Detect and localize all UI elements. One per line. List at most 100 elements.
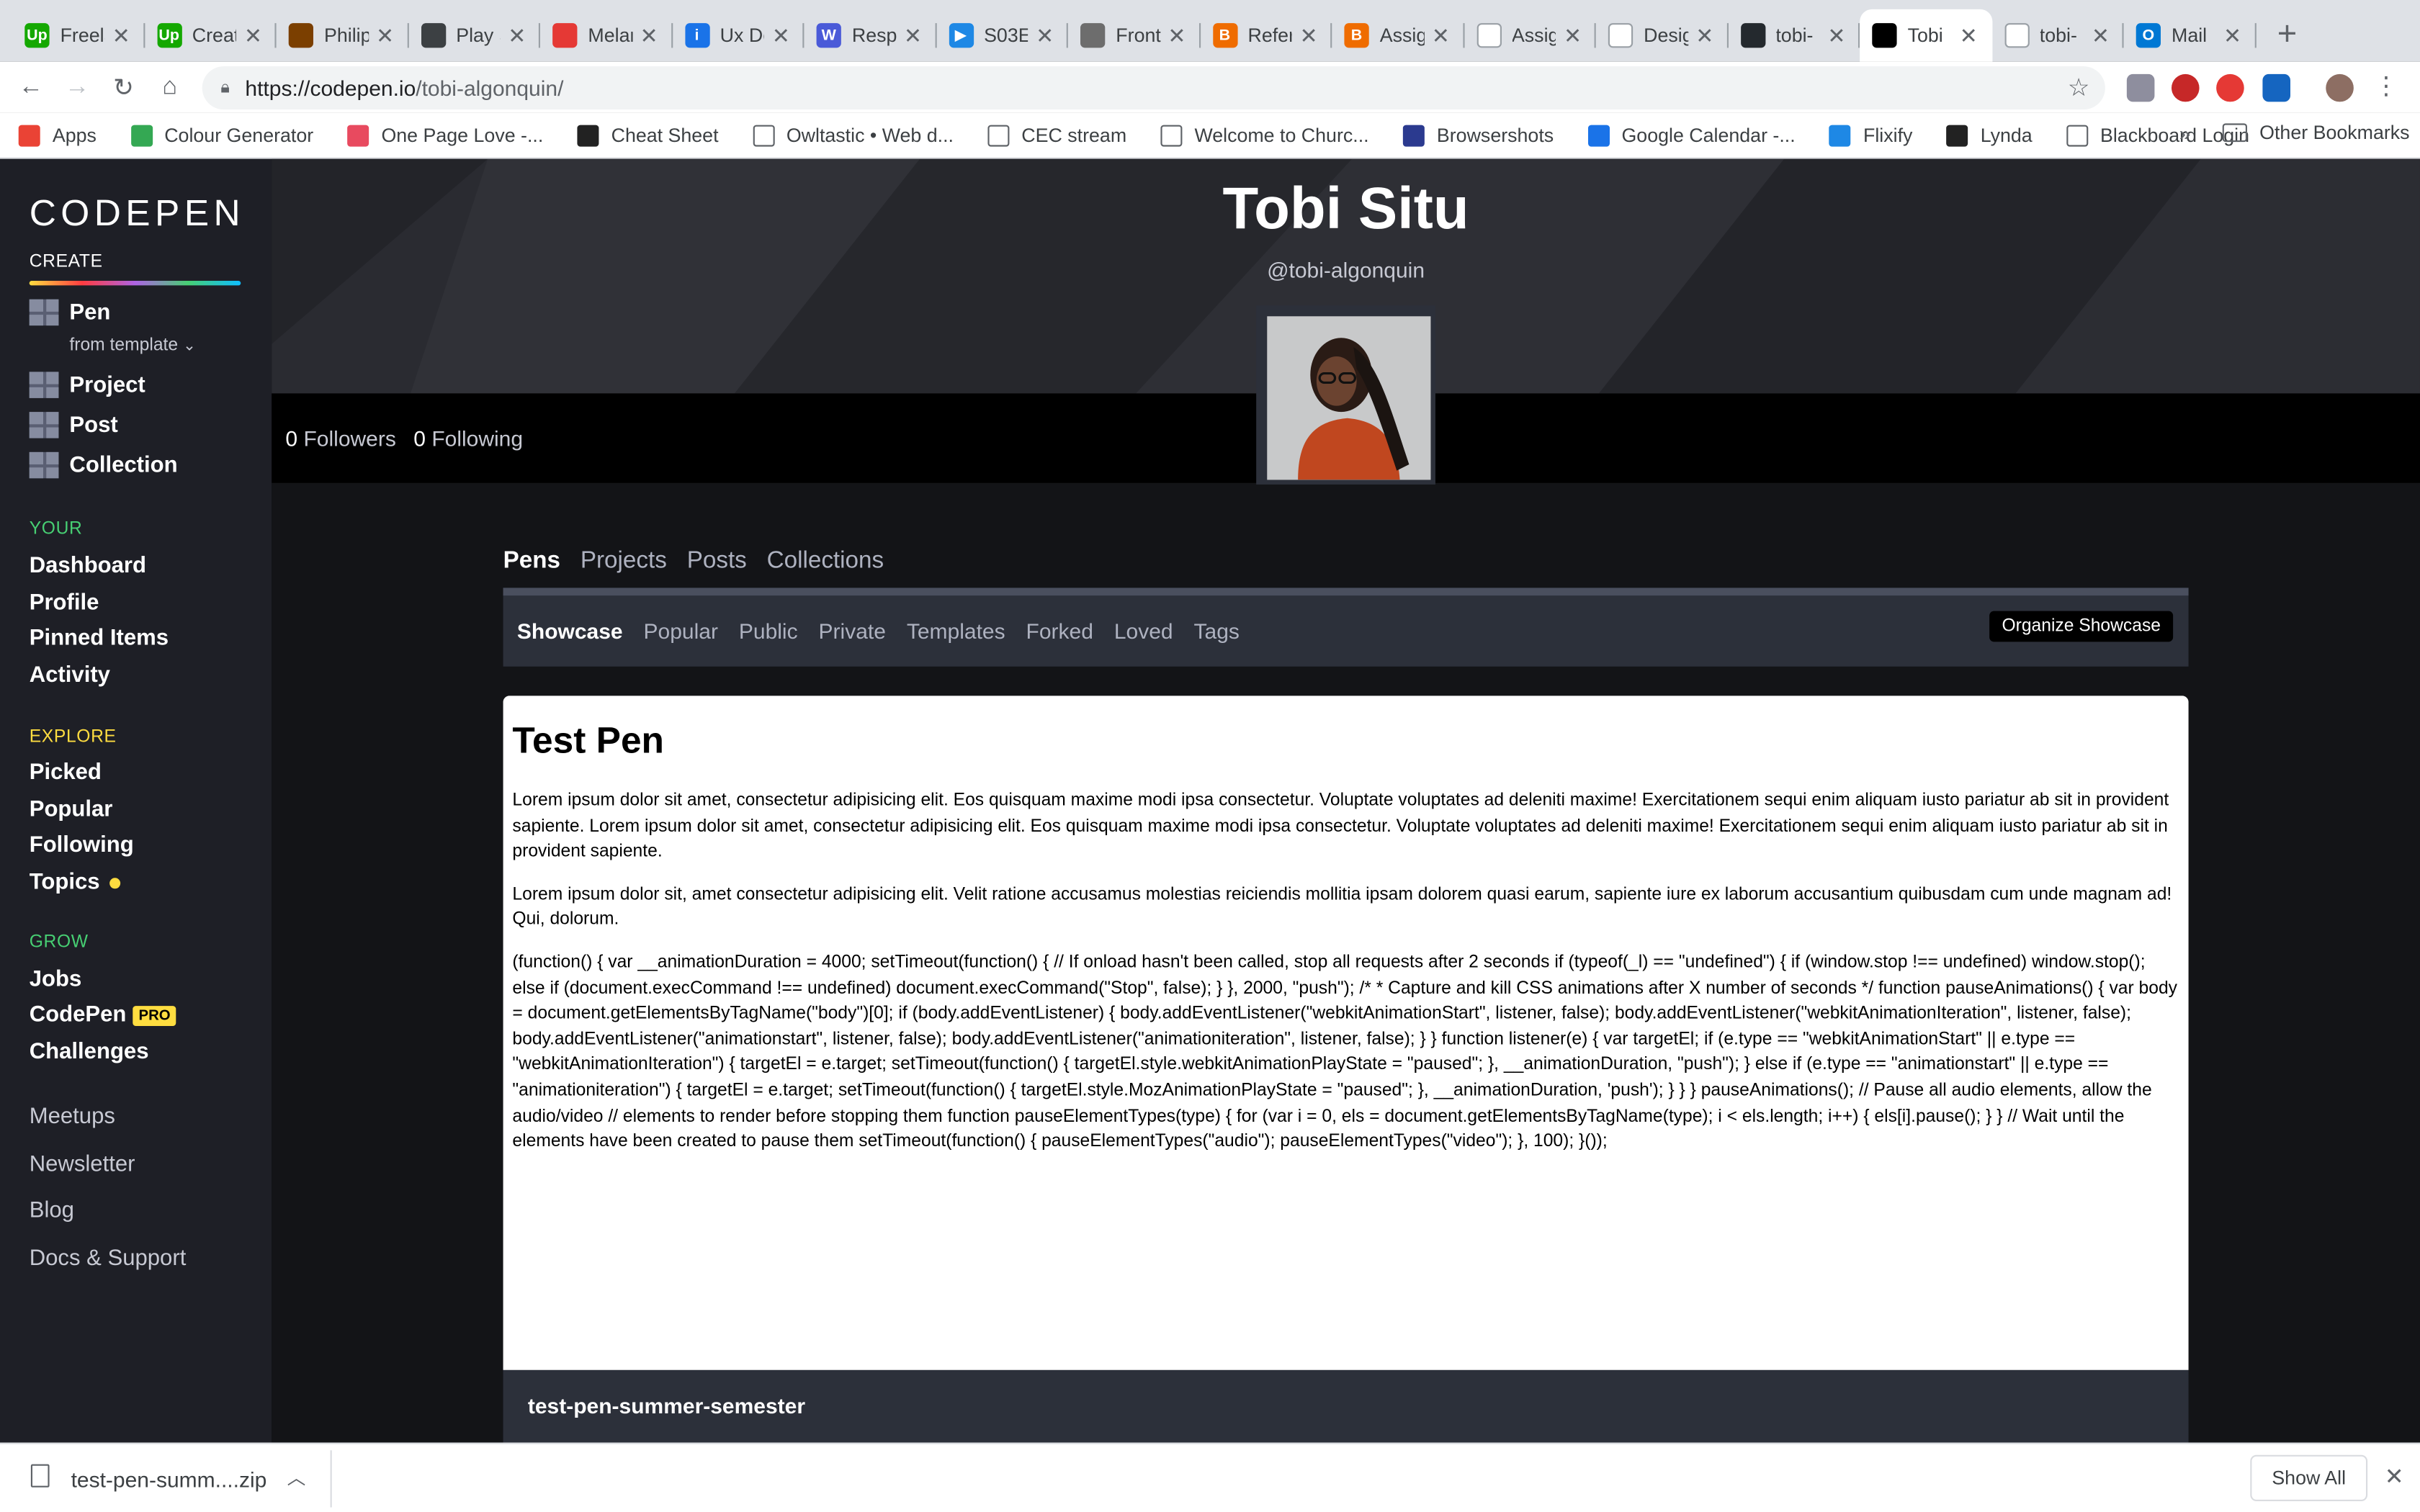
nav-jobs[interactable]: Jobs: [30, 968, 82, 992]
nav-blog[interactable]: Blog: [30, 1199, 74, 1223]
nav-docs-support[interactable]: Docs & Support: [30, 1246, 187, 1271]
nav-popular[interactable]: Popular: [30, 798, 113, 822]
browser-tab[interactable]: B Refer ✕: [1200, 9, 1332, 62]
tab-close-icon[interactable]: ✕: [770, 22, 792, 48]
tab-close-icon[interactable]: ✕: [902, 22, 924, 48]
bookmark-item[interactable]: Browsershots: [1402, 124, 1554, 146]
nav-picked[interactable]: Picked: [30, 760, 102, 785]
forward-icon[interactable]: →: [54, 73, 100, 102]
bookmark-item[interactable]: Apps: [18, 124, 97, 146]
browser-tab[interactable]: Front ✕: [1068, 9, 1200, 62]
create-post-button[interactable]: Post: [29, 412, 118, 438]
followers-link[interactable]: 0 Followers: [285, 426, 395, 450]
extension-bug-icon[interactable]: [2172, 73, 2200, 102]
tab-forked[interactable]: Forked: [1026, 618, 1093, 643]
following-link[interactable]: 0 Following: [413, 426, 523, 450]
bookmark-item[interactable]: Flixify: [1829, 124, 1912, 146]
browser-tab[interactable]: tobi- ✕: [1991, 9, 2123, 62]
browser-tab[interactable]: Tobi ✕: [1860, 9, 1992, 62]
pen-preview[interactable]: Test Pen Lorem ipsum dolor sit amet, con…: [503, 696, 2189, 1370]
browser-tab[interactable]: W Resp ✕: [804, 9, 936, 62]
tab-close-icon[interactable]: ✕: [2222, 22, 2244, 48]
chevron-up-icon[interactable]: ︿: [287, 1464, 306, 1490]
bookmark-item[interactable]: Owltastic • Web d...: [752, 124, 954, 146]
pen-name-link[interactable]: test-pen-summer-semester: [528, 1393, 805, 1418]
nav-meetups[interactable]: Meetups: [30, 1104, 115, 1129]
tab-loved[interactable]: Loved: [1114, 618, 1173, 643]
browser-tab[interactable]: tobi- ✕: [1728, 9, 1860, 62]
show-all-button[interactable]: Show All: [2250, 1454, 2368, 1501]
tab-close-icon[interactable]: ✕: [506, 22, 528, 48]
tab-public[interactable]: Public: [739, 618, 798, 643]
download-filename[interactable]: test-pen-summ....zip: [71, 1467, 267, 1492]
tab-close-icon[interactable]: ✕: [375, 22, 396, 48]
address-bar[interactable]: 🔒︎ https://codepen.io/tobi-algonquin/ ☆: [202, 66, 2105, 110]
profile-avatar-icon[interactable]: [2326, 73, 2354, 102]
tab-close-icon[interactable]: ✕: [1298, 22, 1319, 48]
browser-tab[interactable]: O Mail ✕: [2124, 9, 2256, 62]
tab-close-icon[interactable]: ✕: [1430, 22, 1451, 48]
tab-pens[interactable]: Pens: [503, 548, 560, 576]
bookmark-star-icon[interactable]: ☆: [2068, 73, 2090, 104]
other-bookmarks-folder[interactable]: Other Bookmarks: [2222, 122, 2410, 143]
create-collection-button[interactable]: Collection: [29, 451, 178, 479]
tab-showcase[interactable]: Showcase: [517, 618, 623, 643]
tab-popular[interactable]: Popular: [644, 618, 718, 643]
tab-collections[interactable]: Collections: [767, 548, 884, 576]
tab-close-icon[interactable]: ✕: [1034, 22, 1056, 48]
browser-tab[interactable]: Melanin ✕: [540, 9, 672, 62]
browser-menu-icon[interactable]: ⋮: [2374, 71, 2398, 102]
nav-activity[interactable]: Activity: [30, 663, 110, 688]
new-tab-button[interactable]: +: [2277, 14, 2298, 54]
bookmark-item[interactable]: Lynda: [1946, 124, 2033, 146]
tab-close-icon[interactable]: ✕: [1694, 22, 1716, 48]
reload-icon[interactable]: ↻: [100, 72, 146, 103]
bookmark-item[interactable]: Cheat Sheet: [577, 124, 719, 146]
tab-close-icon[interactable]: ✕: [1166, 22, 1188, 48]
browser-tab[interactable]: Philip ✕: [277, 9, 408, 62]
create-pen-button[interactable]: Pen: [29, 299, 111, 326]
bookmark-item[interactable]: Google Calendar -...: [1587, 124, 1796, 146]
bookmark-item[interactable]: One Page Love -...: [347, 124, 543, 146]
codepen-logo[interactable]: CODEPEN: [30, 193, 245, 236]
tab-close-icon[interactable]: ✕: [242, 22, 264, 48]
tab-private[interactable]: Private: [819, 618, 886, 643]
close-icon[interactable]: ✕: [2385, 1462, 2404, 1490]
tab-close-icon[interactable]: ✕: [2089, 22, 2111, 48]
extension-eyedropper-icon[interactable]: [2126, 73, 2155, 102]
tab-tags[interactable]: Tags: [1194, 618, 1240, 643]
extension-opera-icon[interactable]: [2216, 73, 2244, 102]
extension-calendar-icon[interactable]: [2262, 73, 2290, 102]
tab-projects[interactable]: Projects: [581, 548, 667, 576]
bookmarks-overflow-icon[interactable]: »: [2179, 122, 2191, 145]
tab-close-icon[interactable]: ✕: [1958, 22, 1979, 48]
browser-tab[interactable]: i Ux De ✕: [672, 9, 804, 62]
create-project-button[interactable]: Project: [29, 372, 145, 398]
nav-challenges[interactable]: Challenges: [30, 1040, 149, 1064]
browser-tab[interactable]: Assig ✕: [1464, 9, 1595, 62]
browser-tab[interactable]: ▶ S03E ✕: [936, 9, 1068, 62]
home-icon[interactable]: ⌂: [147, 73, 193, 102]
tab-close-icon[interactable]: ✕: [638, 22, 660, 48]
nav-codepen-pro[interactable]: CodePen PRO: [30, 1003, 177, 1027]
browser-tab[interactable]: B Assig ✕: [1332, 9, 1464, 62]
browser-tab[interactable]: Up Freelance ✕: [12, 9, 144, 62]
nav-topics[interactable]: Topics: [30, 870, 120, 895]
tab-close-icon[interactable]: ✕: [110, 22, 132, 48]
browser-tab[interactable]: Desig ✕: [1596, 9, 1728, 62]
bookmark-item[interactable]: CEC stream: [987, 124, 1126, 146]
nav-profile[interactable]: Profile: [30, 591, 99, 616]
bookmark-item[interactable]: Welcome to Churc...: [1160, 124, 1369, 146]
nav-following[interactable]: Following: [30, 833, 134, 858]
browser-tab[interactable]: Up Create ✕: [144, 9, 276, 62]
nav-dashboard[interactable]: Dashboard: [30, 554, 146, 578]
organize-showcase-button[interactable]: Organize Showcase: [1989, 611, 2174, 642]
nav-pinned-items[interactable]: Pinned Items: [30, 626, 169, 651]
browser-tab[interactable]: Play S ✕: [408, 9, 540, 62]
back-icon[interactable]: ←: [8, 73, 54, 102]
tab-close-icon[interactable]: ✕: [1562, 22, 1584, 48]
bookmark-item[interactable]: Colour Generator: [130, 124, 313, 146]
tab-posts[interactable]: Posts: [687, 548, 747, 576]
nav-newsletter[interactable]: Newsletter: [30, 1153, 135, 1177]
tab-templates[interactable]: Templates: [907, 618, 1005, 643]
